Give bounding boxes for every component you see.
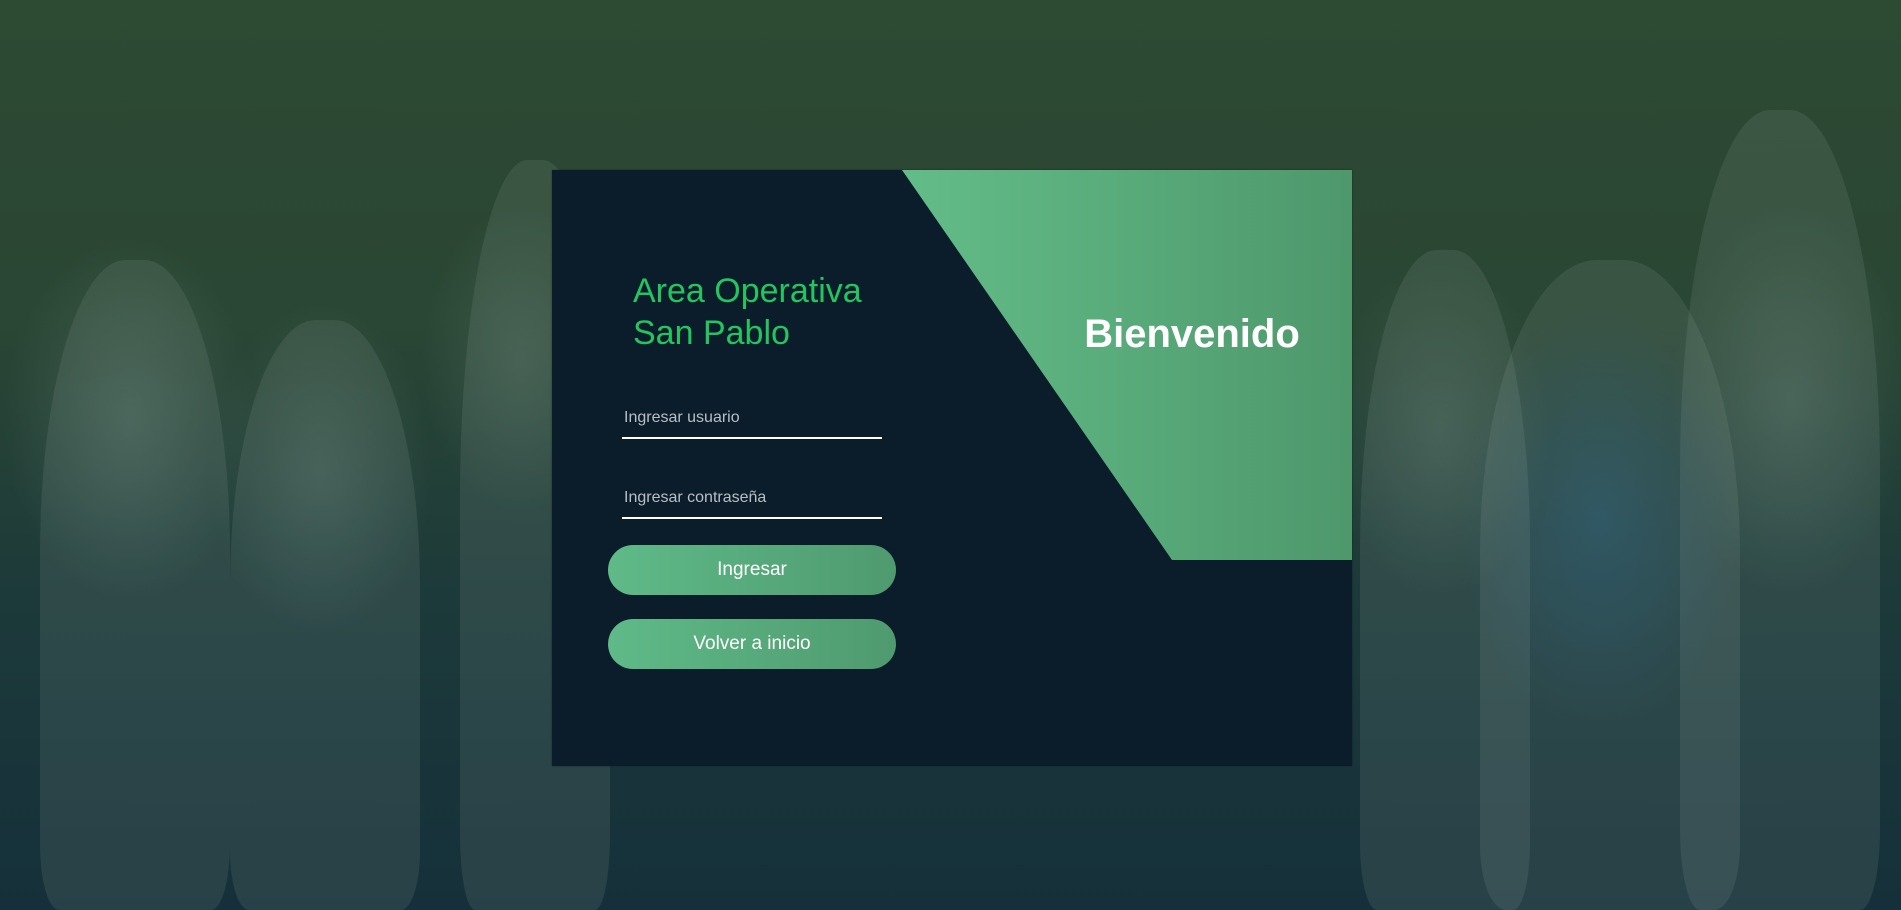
username-input[interactable] (622, 399, 882, 439)
background-figure (230, 320, 420, 910)
password-input[interactable] (622, 479, 882, 519)
login-button[interactable]: Ingresar (608, 545, 896, 595)
login-card: Bienvenido Area Operativa San Pablo Ingr… (552, 170, 1352, 766)
back-home-button[interactable]: Volver a inicio (608, 619, 896, 669)
brand-title: Area Operativa San Pablo (633, 270, 953, 354)
brand-title-line-2: San Pablo (633, 314, 790, 352)
welcome-heading: Bienvenido (1084, 312, 1300, 356)
brand-title-line-1: Area Operativa (633, 272, 862, 310)
background-figure (1680, 110, 1880, 910)
welcome-panel (902, 170, 1352, 560)
background-figure (40, 260, 230, 910)
